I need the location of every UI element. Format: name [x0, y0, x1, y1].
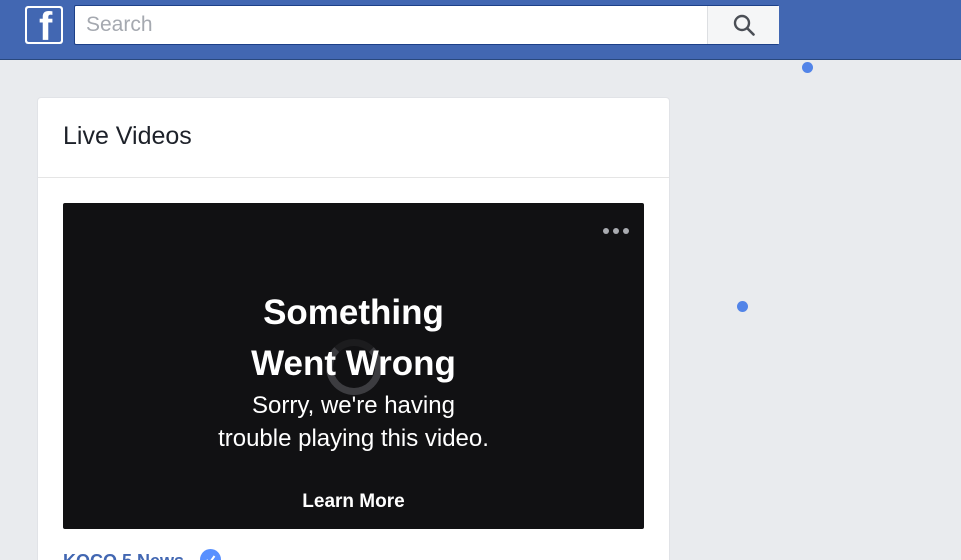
facebook-logo-icon[interactable]: f: [25, 6, 63, 44]
blue-dot-marker: [737, 301, 748, 312]
divider: [38, 177, 669, 178]
check-mark: [206, 555, 216, 560]
verified-check-icon: [200, 549, 221, 560]
search-input[interactable]: [75, 6, 707, 44]
card-title: Live Videos: [63, 122, 192, 150]
live-videos-card: Live Videos Something Went Wrong Sorry, …: [38, 98, 669, 560]
blue-dot-marker: [802, 62, 813, 73]
search-bar: [74, 5, 779, 45]
ellipsis-icon[interactable]: [602, 221, 630, 241]
dot: [603, 228, 609, 234]
top-navigation-bar: f: [0, 0, 961, 60]
magnifier-icon: [733, 14, 755, 36]
dot: [623, 228, 629, 234]
dot: [613, 228, 619, 234]
error-title: Something Went Wrong: [251, 293, 456, 383]
logo-letter-f: f: [39, 6, 53, 44]
page-name-link[interactable]: KOCO 5 News: [63, 551, 184, 560]
search-button[interactable]: [707, 6, 779, 44]
learn-more-link[interactable]: Learn More: [63, 491, 644, 513]
video-player[interactable]: Something Went Wrong Sorry, we're having…: [63, 203, 644, 529]
error-message: Sorry, we're having trouble playing this…: [218, 392, 489, 452]
